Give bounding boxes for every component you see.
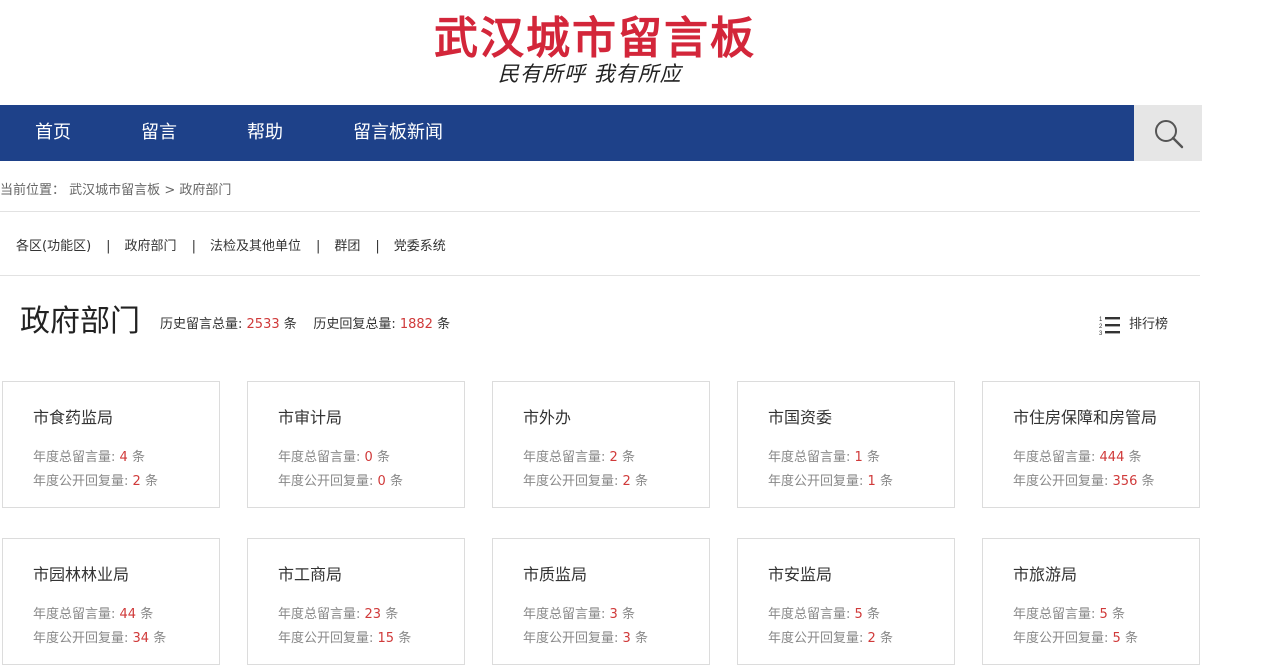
search-button[interactable] [1134, 105, 1202, 161]
unit-label: 条 [437, 317, 451, 332]
dept-name: 市工商局 [278, 565, 343, 584]
dept-reply-count: 年度公开回复量: 34 条 [33, 631, 167, 646]
dept-msg-count: 年度总留言量: 2 条 [523, 450, 635, 465]
history-stats: 历史留言总量: 2533 条 历史回复总量: 1882 条 [160, 313, 450, 332]
dept-msg-count: 年度总留言量: 1 条 [768, 450, 880, 465]
total-msg-label: 历史留言总量: [160, 317, 243, 332]
dept-reply-count: 年度公开回复量: 356 条 [1013, 474, 1155, 489]
dept-card[interactable]: 市住房保障和房管局 年度总留言量: 444 条 年度公开回复量: 356 条 [982, 381, 1200, 508]
breadcrumb-separator: > [164, 183, 176, 198]
dept-card[interactable]: 市审计局 年度总留言量: 0 条 年度公开回复量: 0 条 [247, 381, 465, 508]
dept-name: 市安监局 [768, 565, 833, 584]
divider-bottom [0, 275, 1200, 276]
unit-label: 条 [283, 317, 297, 332]
dept-reply-count: 年度公开回复量: 2 条 [33, 474, 158, 489]
svg-text:3: 3 [1099, 331, 1103, 335]
dept-reply-count: 年度公开回复量: 3 条 [523, 631, 648, 646]
category-separator: | [191, 239, 196, 254]
nav-item-help[interactable]: 帮助 [247, 105, 283, 161]
dept-reply-count: 年度公开回复量: 15 条 [278, 631, 412, 646]
dept-card[interactable]: 市食药监局 年度总留言量: 4 条 年度公开回复量: 2 条 [2, 381, 220, 508]
breadcrumb-prefix: 当前位置： [0, 183, 66, 198]
dept-card[interactable]: 市工商局 年度总留言量: 23 条 年度公开回复量: 15 条 [247, 538, 465, 665]
dept-msg-count: 年度总留言量: 23 条 [278, 607, 399, 622]
site-slogan: 民有所呼 我有所应 [498, 62, 682, 86]
dept-msg-count: 年度总留言量: 4 条 [33, 450, 145, 465]
category-party[interactable]: 党委系统 [394, 239, 446, 254]
dept-name: 市审计局 [278, 408, 343, 427]
nav-item-news[interactable]: 留言板新闻 [353, 105, 443, 161]
nav-item-home[interactable]: 首页 [35, 105, 71, 161]
breadcrumb-home-link[interactable]: 武汉城市留言板 [69, 183, 160, 198]
search-icon [1155, 120, 1184, 149]
dept-reply-count: 年度公开回复量: 2 条 [768, 631, 893, 646]
dept-name: 市旅游局 [1013, 565, 1078, 584]
category-separator: | [315, 239, 321, 254]
site-header: 武汉城市留言板 民有所呼 我有所应 [0, 0, 1272, 105]
total-msg-value: 2533 [246, 317, 280, 332]
dept-reply-count: 年度公开回复量: 5 条 [1013, 631, 1138, 646]
dept-msg-count: 年度总留言量: 5 条 [1013, 607, 1125, 622]
nav-item-messages[interactable]: 留言 [141, 105, 177, 161]
category-separator: | [106, 239, 111, 254]
dept-name: 市住房保障和房管局 [1013, 408, 1158, 427]
dept-card[interactable]: 市安监局 年度总留言量: 5 条 年度公开回复量: 2 条 [737, 538, 955, 665]
ranking-label: 排行榜 [1129, 317, 1169, 332]
category-judicial[interactable]: 法检及其他单位 [210, 239, 301, 254]
dept-name: 市食药监局 [33, 408, 114, 427]
dept-msg-count: 年度总留言量: 5 条 [768, 607, 880, 622]
dept-card[interactable]: 市旅游局 年度总留言量: 5 条 年度公开回复量: 5 条 [982, 538, 1200, 665]
dept-msg-count: 年度总留言量: 44 条 [33, 607, 154, 622]
divider-top [0, 211, 1200, 212]
dept-reply-count: 年度公开回复量: 2 条 [523, 474, 648, 489]
main-nav: 首页 留言 帮助 留言板新闻 [0, 105, 1202, 161]
breadcrumb-current: 政府部门 [179, 183, 232, 198]
dept-name: 市园林林业局 [33, 565, 130, 584]
dept-card[interactable]: 市国资委 年度总留言量: 1 条 年度公开回复量: 1 条 [737, 381, 955, 508]
dept-card[interactable]: 市质监局 年度总留言量: 3 条 年度公开回复量: 3 条 [492, 538, 710, 665]
dept-msg-count: 年度总留言量: 0 条 [278, 450, 390, 465]
total-reply-label: 历史回复总量: [313, 317, 396, 332]
category-separator: | [375, 239, 380, 254]
svg-text:2: 2 [1099, 324, 1103, 330]
ranking-button[interactable]: 1 2 3 排行榜 [1099, 313, 1169, 337]
dept-card[interactable]: 市园林林业局 年度总留言量: 44 条 年度公开回复量: 34 条 [2, 538, 220, 665]
page-title: 政府部门 [20, 304, 140, 339]
category-groups[interactable]: 群团 [334, 239, 360, 254]
ranking-list-icon: 1 2 3 [1099, 316, 1120, 337]
dept-name: 市外办 [523, 408, 572, 427]
total-reply-value: 1882 [399, 317, 433, 332]
category-districts[interactable]: 各区(功能区) [16, 239, 91, 254]
dept-name: 市质监局 [523, 565, 588, 584]
svg-text:1: 1 [1099, 317, 1103, 323]
dept-reply-count: 年度公开回复量: 0 条 [278, 474, 403, 489]
dept-card[interactable]: 市外办 年度总留言量: 2 条 年度公开回复量: 2 条 [492, 381, 710, 508]
dept-reply-count: 年度公开回复量: 1 条 [768, 474, 893, 489]
dept-msg-count: 年度总留言量: 444 条 [1013, 450, 1142, 465]
dept-name: 市国资委 [768, 408, 833, 427]
breadcrumb: 当前位置： 武汉城市留言板 > 政府部门 [0, 179, 231, 198]
category-government[interactable]: 政府部门 [125, 239, 177, 254]
category-bar: 各区(功能区) | 政府部门 | 法检及其他单位 | 群团 | 党委系统 [16, 235, 446, 254]
dept-msg-count: 年度总留言量: 3 条 [523, 607, 635, 622]
site-title[interactable]: 武汉城市留言板 [434, 2, 756, 66]
